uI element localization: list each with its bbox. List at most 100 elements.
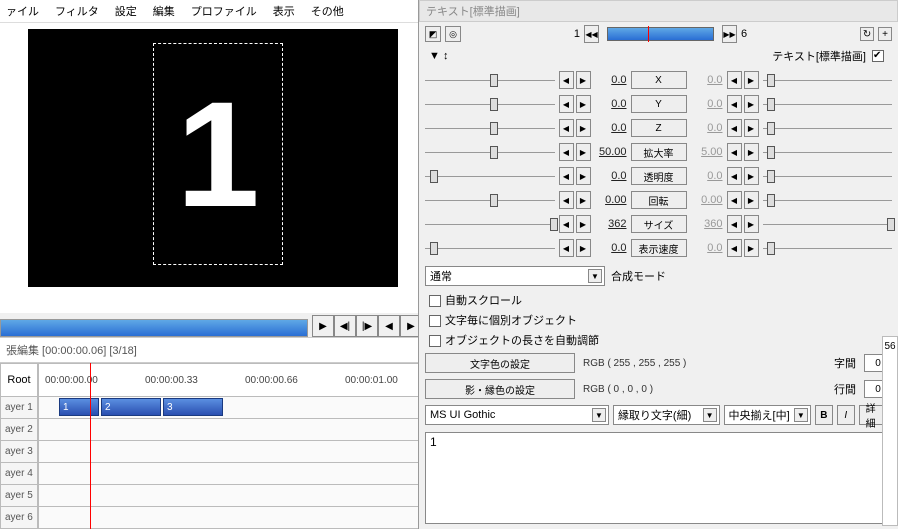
clip-1[interactable]: 1 [59,398,99,416]
frame-slider[interactable] [607,27,714,41]
inc-left-button[interactable]: ▶ [576,191,591,209]
slider-left[interactable] [423,191,557,209]
dec-right-button[interactable]: ◀ [727,119,742,137]
inc-left-button[interactable]: ▶ [576,143,591,161]
camera-icon[interactable]: ◩ [425,26,441,42]
inc-right-button[interactable]: ▶ [744,215,759,233]
value-right[interactable]: 0.00 [689,194,725,206]
inc-right-button[interactable]: ▶ [744,167,759,185]
value-left[interactable]: 0.0 [593,242,629,254]
prop-label[interactable]: 表示速度 [631,239,687,257]
text-input[interactable]: 1 [425,432,892,524]
prop-label[interactable]: Z [631,119,687,137]
frame-last-button[interactable]: ▶▶ [722,25,737,43]
dec-right-button[interactable]: ◀ [727,191,742,209]
inc-left-button[interactable]: ▶ [576,71,591,89]
reload-icon[interactable]: ↻ [860,27,874,41]
value-right[interactable]: 0.0 [689,74,725,86]
slider-right[interactable] [761,167,895,185]
slider-right[interactable] [761,191,895,209]
menu-filter[interactable]: フィルタ [55,3,99,19]
playhead[interactable] [90,363,91,529]
slider-left[interactable] [423,239,557,257]
inc-left-button[interactable]: ▶ [576,239,591,257]
add-icon[interactable]: + [878,27,892,41]
inc-left-button[interactable]: ▶ [576,119,591,137]
inc-right-button[interactable]: ▶ [744,71,759,89]
dec-right-button[interactable]: ◀ [727,71,742,89]
inc-right-button[interactable]: ▶ [744,143,759,161]
inc-left-button[interactable]: ▶ [576,167,591,185]
slider-left[interactable] [423,215,557,233]
slider-left[interactable] [423,143,557,161]
dec-left-button[interactable]: ◀ [559,167,574,185]
clip-3[interactable]: 3 [163,398,223,416]
text-color-button[interactable]: 文字色の設定 [425,353,575,373]
dec-right-button[interactable]: ◀ [727,239,742,257]
dec-left-button[interactable]: ◀ [559,239,574,257]
value-right[interactable]: 0.0 [689,98,725,110]
slider-right[interactable] [761,143,895,161]
value-right[interactable]: 0.0 [689,242,725,254]
dec-left-button[interactable]: ◀ [559,95,574,113]
menu-profile[interactable]: プロファイル [191,3,257,19]
anim-checkbox[interactable] [872,50,884,62]
inc-right-button[interactable]: ▶ [744,191,759,209]
slider-right[interactable] [761,119,895,137]
align-select[interactable]: 中央揃え[中]▼ [724,405,811,425]
font-select[interactable]: MS UI Gothic▼ [425,405,609,425]
blend-mode-select[interactable]: 通常▼ [425,266,605,286]
layer-label-1[interactable]: ayer 1 [0,397,38,419]
value-right[interactable]: 5.00 [689,146,725,158]
slider-right[interactable] [761,239,895,257]
value-left[interactable]: 0.00 [593,194,629,206]
layer-label-2[interactable]: ayer 2 [0,419,38,441]
inc-left-button[interactable]: ▶ [576,95,591,113]
play-button[interactable]: ▶ [312,315,334,337]
inc-right-button[interactable]: ▶ [744,239,759,257]
frame-first-button[interactable]: ◀◀ [584,25,599,43]
slider-left[interactable] [423,119,557,137]
value-left[interactable]: 50.00 [593,146,629,158]
slider-right[interactable] [761,215,895,233]
value-left[interactable]: 0.0 [593,170,629,182]
scrub-slider[interactable] [0,319,308,337]
menu-file[interactable]: ァイル [6,3,39,19]
dec-left-button[interactable]: ◀ [559,215,574,233]
value-left[interactable]: 0.0 [593,74,629,86]
dec-right-button[interactable]: ◀ [727,215,742,233]
menu-settings[interactable]: 設定 [115,3,137,19]
value-right[interactable]: 0.0 [689,122,725,134]
dec-left-button[interactable]: ◀ [559,191,574,209]
layer-label-4[interactable]: ayer 4 [0,463,38,485]
menu-other[interactable]: その他 [311,3,344,19]
auto-length-checkbox[interactable] [429,335,441,347]
prop-label[interactable]: 回転 [631,191,687,209]
step-fwd-button[interactable]: |▶ [356,315,378,337]
menu-view[interactable]: 表示 [273,3,295,19]
prop-label[interactable]: 拡大率 [631,143,687,161]
value-left[interactable]: 0.0 [593,122,629,134]
bold-button[interactable]: B [815,405,833,425]
value-right[interactable]: 0.0 [689,170,725,182]
value-left[interactable]: 362 [593,218,629,230]
slider-right[interactable] [761,95,895,113]
slider-right[interactable] [761,71,895,89]
auto-scroll-checkbox[interactable] [429,295,441,307]
inc-right-button[interactable]: ▶ [744,95,759,113]
italic-button[interactable]: I [837,405,855,425]
prev-button[interactable]: ◀ [378,315,400,337]
value-left[interactable]: 0.0 [593,98,629,110]
shadow-color-button[interactable]: 影・縁色の設定 [425,379,575,399]
step-back-button[interactable]: ◀| [334,315,356,337]
layer-label-3[interactable]: ayer 3 [0,441,38,463]
inc-right-button[interactable]: ▶ [744,119,759,137]
slider-left[interactable] [423,167,557,185]
slider-left[interactable] [423,71,557,89]
root-label[interactable]: Root [0,363,38,397]
prop-label[interactable]: サイズ [631,215,687,233]
prop-label[interactable]: Y [631,95,687,113]
dec-right-button[interactable]: ◀ [727,95,742,113]
value-right[interactable]: 360 [689,218,725,230]
layer-label-6[interactable]: ayer 6 [0,507,38,529]
